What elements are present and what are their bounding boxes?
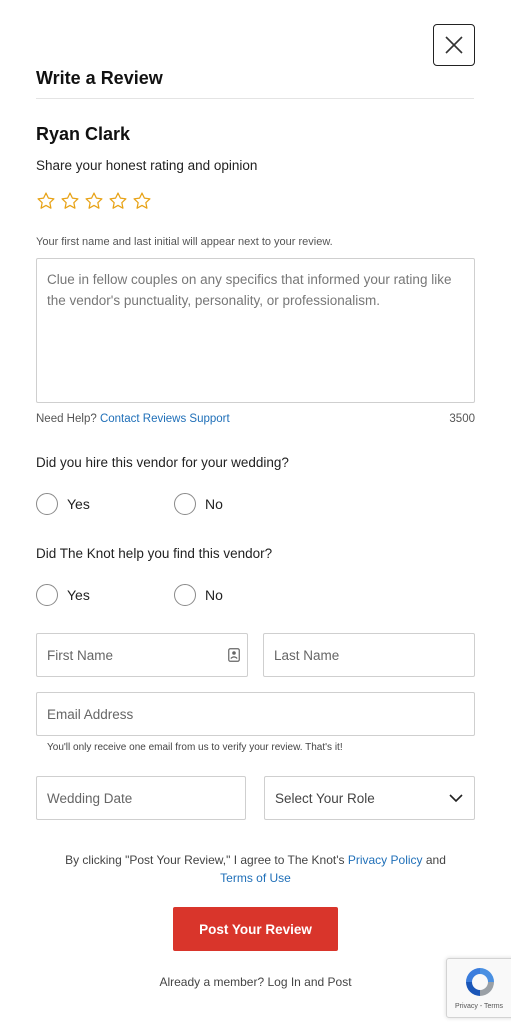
contact-support-link[interactable]: Contact Reviews Support xyxy=(100,413,230,425)
star-icon[interactable] xyxy=(36,191,56,211)
privacy-policy-link[interactable]: Privacy Policy xyxy=(348,853,423,867)
first-name-input[interactable] xyxy=(36,633,248,677)
post-review-button[interactable]: Post Your Review xyxy=(173,907,338,951)
name-display-note: Your first name and last initial will ap… xyxy=(36,236,333,248)
legal-notice: By clicking "Post Your Review," I agree … xyxy=(36,851,475,887)
radio-circle[interactable] xyxy=(174,493,196,515)
radio-label: No xyxy=(205,496,223,512)
radio-label: No xyxy=(205,587,223,603)
question-hired: Did you hire this vendor for your weddin… xyxy=(36,455,289,470)
star-rating xyxy=(36,191,152,211)
radio-group-knot-help: Yes No xyxy=(36,584,312,606)
recaptcha-badge[interactable]: Privacy - Terms xyxy=(446,958,511,1018)
terms-of-use-link[interactable]: Terms of Use xyxy=(220,871,291,885)
rating-prompt: Share your honest rating and opinion xyxy=(36,158,258,173)
radio-circle[interactable] xyxy=(174,584,196,606)
write-review-modal: Write a Review Ryan Clark Share your hon… xyxy=(0,0,511,1024)
star-icon[interactable] xyxy=(84,191,104,211)
role-select[interactable]: Select Your Role xyxy=(264,776,475,820)
close-button[interactable] xyxy=(433,24,475,66)
close-icon xyxy=(445,36,463,54)
vendor-name: Ryan Clark xyxy=(36,124,131,144)
recaptcha-icon xyxy=(466,968,494,996)
radio-hired-no[interactable]: No xyxy=(174,493,312,515)
radio-circle[interactable] xyxy=(36,584,58,606)
wedding-date-input[interactable] xyxy=(36,776,246,820)
help-prefix: Need Help? xyxy=(36,413,97,425)
review-textarea[interactable] xyxy=(36,258,475,403)
recaptcha-links[interactable]: Privacy - Terms xyxy=(447,1003,511,1010)
radio-knot-no[interactable]: No xyxy=(174,584,312,606)
role-select-value: Select Your Role xyxy=(275,790,375,806)
chevron-down-icon xyxy=(449,794,463,803)
radio-label: Yes xyxy=(67,587,90,603)
help-text: Need Help? Contact Reviews Support xyxy=(36,413,230,425)
contact-card-icon[interactable] xyxy=(228,648,240,662)
legal-prefix: By clicking "Post Your Review," I agree … xyxy=(65,853,345,867)
email-input[interactable] xyxy=(36,692,475,736)
character-count: 3500 xyxy=(449,413,475,425)
last-name-input[interactable] xyxy=(263,633,475,677)
legal-and: and xyxy=(425,853,446,867)
member-login-text[interactable]: Already a member? Log In and Post xyxy=(0,975,511,989)
first-name-wrapper xyxy=(36,633,248,677)
modal-title: Write a Review xyxy=(36,68,163,88)
star-icon[interactable] xyxy=(132,191,152,211)
question-knot-help: Did The Knot help you find this vendor? xyxy=(36,546,273,561)
radio-knot-yes[interactable]: Yes xyxy=(36,584,174,606)
radio-group-hired: Yes No xyxy=(36,493,312,515)
title-divider xyxy=(36,98,474,99)
help-row: Need Help? Contact Reviews Support 3500 xyxy=(36,413,475,425)
radio-hired-yes[interactable]: Yes xyxy=(36,493,174,515)
star-icon[interactable] xyxy=(108,191,128,211)
email-note: You'll only receive one email from us to… xyxy=(47,742,343,753)
radio-circle[interactable] xyxy=(36,493,58,515)
radio-label: Yes xyxy=(67,496,90,512)
star-icon[interactable] xyxy=(60,191,80,211)
